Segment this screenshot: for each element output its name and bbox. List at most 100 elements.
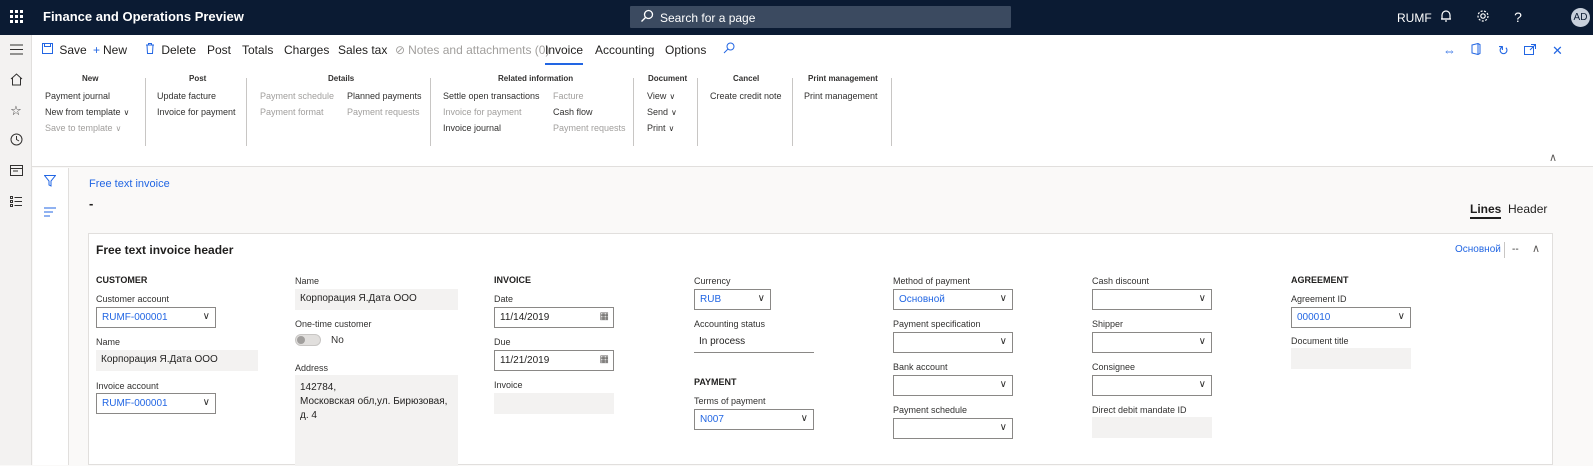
invoice-journal-button[interactable]: Invoice journal [443, 123, 501, 133]
method-of-payment-field[interactable]: Основной ∨ [893, 289, 1013, 310]
invoice-number-label: Invoice [494, 380, 523, 390]
bell-icon[interactable] [1438, 9, 1454, 25]
cash-discount-label: Cash discount [1092, 276, 1150, 286]
invoice-account-field[interactable]: RUMF-000001 ∨ [96, 393, 216, 414]
customer-account-field[interactable]: RUMF-000001 ∨ [96, 307, 216, 328]
group-divider [246, 78, 247, 146]
help-icon[interactable]: ? [1510, 9, 1526, 25]
save-to-template-button[interactable]: Save to template ∨ [45, 123, 121, 133]
filter-icon[interactable] [43, 175, 57, 190]
open-new-window-icon[interactable] [1524, 43, 1536, 58]
group-post-title: Post [189, 74, 207, 83]
payment-journal-button[interactable]: Payment journal [45, 91, 110, 101]
consignee-field[interactable]: ∨ [1092, 375, 1212, 396]
refresh-icon[interactable]: ↻ [1498, 43, 1509, 59]
cash-flow-button[interactable]: Cash flow [553, 107, 593, 117]
home-icon[interactable] [8, 73, 24, 89]
currency-field[interactable]: RUB ∨ [694, 289, 771, 310]
new-button[interactable]: + New [93, 43, 127, 57]
update-facture-button[interactable]: Update facture [157, 91, 216, 101]
chevron-down-icon: ∨ [123, 108, 130, 117]
connect-icon[interactable]: ⇔ [1443, 43, 1456, 58]
chevron-down-icon: ∨ [202, 311, 210, 322]
address-label: Address [295, 363, 329, 373]
bank-account-field[interactable]: ∨ [893, 375, 1013, 396]
related-invoice-for-payment-button[interactable]: Invoice for payment [443, 107, 522, 117]
due-date-field[interactable]: 11/21/2019 ▦ [494, 350, 614, 371]
payment-schedule-field[interactable]: ∨ [893, 418, 1013, 439]
name-value: Корпорация Я.Дата ООО [295, 289, 458, 310]
terms-of-payment-field[interactable]: N007 ∨ [694, 409, 814, 430]
payment-requests-button[interactable]: Payment requests [347, 107, 420, 117]
collapse-fasttab-icon[interactable]: ∧ [1532, 242, 1540, 255]
address-value: 142784, Московская обл,ул. Бирюзовая, д.… [295, 375, 458, 466]
divider [1504, 242, 1505, 258]
view-toggle-header[interactable]: Header [1508, 202, 1547, 216]
tab-accounting[interactable]: Accounting [595, 43, 654, 57]
planned-payments-button[interactable]: Planned payments [347, 91, 422, 101]
facture-button[interactable]: Facture [553, 91, 584, 101]
chevron-down-icon: ∨ [1198, 293, 1206, 304]
related-payment-requests-button[interactable]: Payment requests [553, 123, 626, 133]
send-menu-button[interactable]: Send ∨ [647, 107, 677, 117]
invoice-account-label: Invoice account [96, 381, 159, 391]
more-options-button[interactable]: -- [1512, 244, 1519, 255]
clock-icon[interactable] [8, 133, 24, 149]
one-time-customer-label: One-time customer [295, 319, 372, 329]
view-menu-button[interactable]: View ∨ [647, 91, 675, 101]
settle-open-transactions-button[interactable]: Settle open transactions [443, 91, 540, 101]
cash-discount-field[interactable]: ∨ [1092, 289, 1212, 310]
invoice-account-value: RUMF-000001 [102, 398, 168, 409]
notes-attachments-button[interactable]: ⊘ Notes and attachments (0) [395, 43, 549, 57]
search-input[interactable]: Search for a page [630, 6, 1011, 28]
calendar-icon[interactable]: ▦ [600, 311, 609, 322]
date-field[interactable]: 11/14/2019 ▦ [494, 307, 614, 328]
related-info-list-icon[interactable] [44, 205, 56, 220]
trash-icon [145, 43, 158, 57]
create-credit-note-button[interactable]: Create credit note [710, 91, 782, 101]
app-launcher-icon[interactable] [10, 10, 24, 24]
agreement-id-field[interactable]: 000010 ∨ [1291, 307, 1411, 328]
chevron-down-icon: ∨ [999, 336, 1007, 347]
avatar[interactable]: AD [1571, 8, 1590, 27]
print-menu-button[interactable]: Print ∨ [647, 123, 674, 133]
tab-options[interactable]: Options [665, 43, 706, 57]
office-icon[interactable] [1471, 42, 1481, 58]
workspaces-icon[interactable] [8, 164, 24, 180]
delete-button[interactable]: Delete [145, 43, 196, 57]
fasttab-title[interactable]: Free text invoice header [96, 243, 233, 257]
invoice-section-title: INVOICE [494, 275, 532, 285]
terms-of-payment-value: N007 [700, 414, 724, 425]
totals-button[interactable]: Totals [242, 43, 273, 57]
sales-tax-button[interactable]: Sales tax [338, 43, 387, 57]
charges-button[interactable]: Charges [284, 43, 329, 57]
payment-schedule-button[interactable]: Payment schedule [260, 91, 334, 101]
star-icon[interactable]: ☆ [8, 103, 24, 119]
collapse-ribbon-icon[interactable]: ∧ [1549, 151, 1557, 164]
tab-invoice[interactable]: Invoice [545, 43, 584, 65]
payment-format-button[interactable]: Payment format [260, 107, 324, 117]
invoice-for-payment-button[interactable]: Invoice for payment [157, 107, 236, 117]
post-button[interactable]: Post [207, 43, 231, 57]
page-title: - [89, 196, 94, 211]
chevron-down-icon: ∨ [668, 124, 675, 133]
direct-debit-mandate-label: Direct debit mandate ID [1092, 405, 1187, 415]
breadcrumb[interactable]: Free text invoice [89, 178, 170, 190]
group-details-title: Details [328, 74, 355, 83]
print-management-button[interactable]: Print management [804, 91, 878, 101]
payment-specification-field[interactable]: ∨ [893, 332, 1013, 353]
calendar-icon[interactable]: ▦ [600, 354, 609, 365]
chevron-down-icon: ∨ [800, 413, 808, 424]
close-icon[interactable]: ✕ [1552, 43, 1563, 59]
search-actions-icon[interactable] [723, 42, 735, 57]
shipper-field[interactable]: ∨ [1092, 332, 1212, 353]
modules-icon[interactable] [8, 195, 24, 211]
delete-label: Delete [161, 43, 197, 57]
gear-icon[interactable] [1475, 9, 1491, 25]
one-time-customer-toggle[interactable] [295, 334, 321, 346]
search-placeholder: Search for a page [660, 11, 756, 25]
save-button[interactable]: Save [42, 43, 87, 57]
view-toggle-lines[interactable]: Lines [1470, 202, 1502, 219]
hamburger-icon[interactable] [8, 43, 24, 59]
new-from-template-button[interactable]: New from template ∨ [45, 107, 129, 117]
